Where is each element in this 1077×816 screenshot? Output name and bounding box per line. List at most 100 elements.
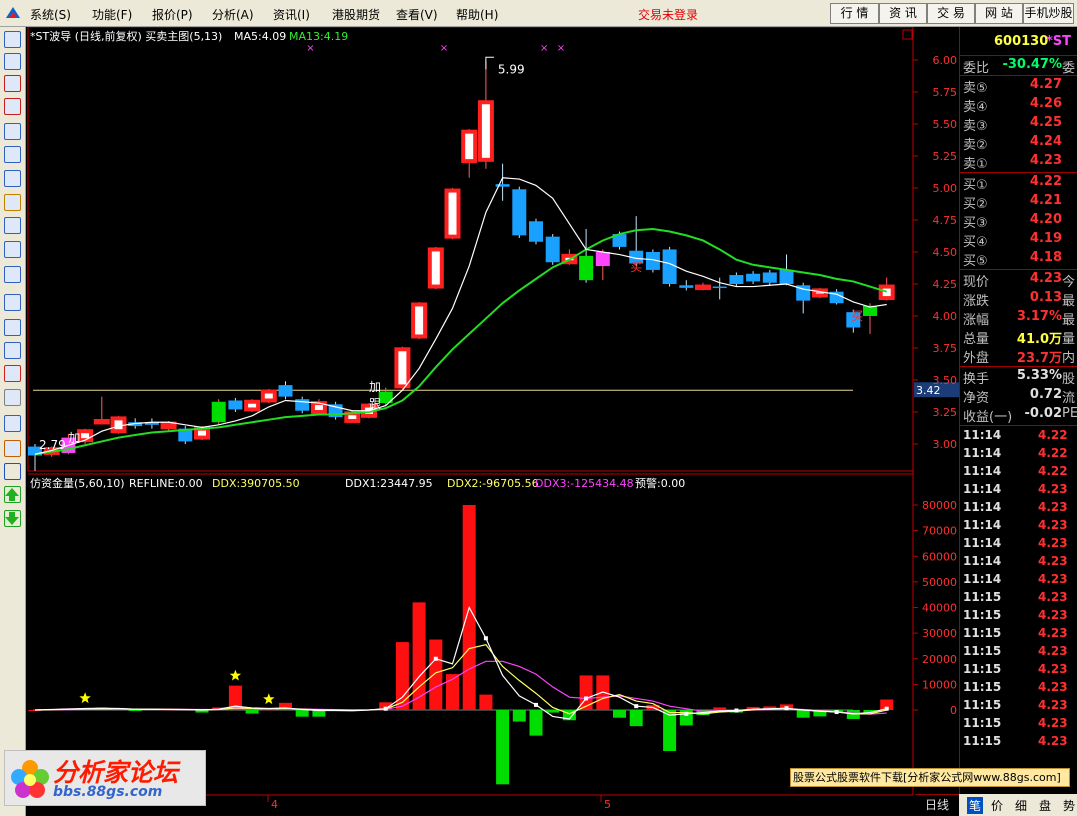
menu-info[interactable]: 资讯(I): [273, 6, 310, 23]
ddx1-point: [584, 696, 589, 701]
quote-icon[interactable]: [4, 31, 21, 48]
tab-0[interactable]: 笔: [967, 797, 984, 814]
tick-price: 4.23: [1038, 734, 1068, 748]
ask-level-1-label: 卖①: [963, 157, 988, 172]
tick-price: 4.23: [1038, 554, 1068, 568]
sub-chart-title: 仿资金量(5,60,10): [30, 476, 125, 490]
candle-body: [194, 426, 210, 440]
stat2-2: 收益(一) -0.02 PE: [960, 405, 1077, 425]
fund-bar: [496, 710, 510, 785]
stat-2-clipped: 最: [1062, 313, 1076, 328]
ad-banner[interactable]: 股票公式股票软件下载[分析家公式网www.88gs.com]: [790, 768, 1070, 787]
trade-button[interactable]: 交 易: [927, 3, 975, 24]
candlestick-icon[interactable]: [4, 75, 21, 92]
panel-separator: [960, 425, 1077, 426]
candle-body: [160, 421, 177, 430]
candle-body: [110, 416, 127, 434]
market-button[interactable]: 行 情: [830, 3, 879, 24]
sub-y-tick-label: 80000: [922, 499, 957, 512]
macd-icon[interactable]: [4, 294, 21, 311]
dollar-icon[interactable]: [4, 365, 21, 382]
bid-level-2-value: 4.21: [1029, 193, 1062, 208]
tab-2[interactable]: 细: [1015, 797, 1027, 814]
eit-icon[interactable]: [4, 266, 21, 283]
stock-name: *ST: [1046, 34, 1072, 49]
menu-hk-futures[interactable]: 港股期货: [332, 6, 380, 23]
candle-body: [477, 100, 494, 162]
ask-level-5-value: 4.27: [1029, 77, 1062, 92]
stat2-0-value: 5.33%: [1016, 368, 1062, 383]
quote-panel: 600130 *ST 委比 -30.47% 委卖⑤ 4.27 卖④ 4.26 卖③ 4.25 卖② 4…: [959, 27, 1077, 816]
stat-1: 涨跌 0.13 最: [960, 289, 1077, 309]
order-ratio-label: 委比: [963, 61, 990, 76]
stat-4-value: 23.7万: [1016, 351, 1062, 366]
stock-chart: × × × × 3.003.253.503.754.004.254.504.755.0…: [27, 27, 959, 816]
y-tick-label: 6.00: [933, 54, 958, 67]
stock-code: 600130: [994, 34, 1049, 49]
tab-4[interactable]: 势: [1063, 797, 1075, 814]
candle-body: [260, 389, 277, 403]
down-arrow-icon[interactable]: [4, 510, 21, 527]
ddx1-point: [784, 706, 789, 711]
link-icon[interactable]: [4, 389, 21, 406]
y-tick-label: 3.75: [933, 342, 958, 355]
ddx1-point: [433, 656, 438, 661]
fund-bar: [295, 710, 309, 717]
report-icon[interactable]: [4, 170, 21, 187]
table-icon[interactable]: [4, 146, 21, 163]
stat2-1: 净资 0.72 流: [960, 386, 1077, 406]
tick-price: 4.22: [1038, 428, 1068, 442]
bid-level-5-value: 4.18: [1029, 250, 1062, 265]
tick-price: 4.23: [1038, 716, 1068, 730]
tick-price: 4.23: [1038, 680, 1068, 694]
f10-icon[interactable]: [4, 217, 21, 234]
stat2-0: 换手 5.33% 股: [960, 367, 1077, 387]
candle-body: [695, 284, 711, 291]
ask-level-3-label: 卖③: [963, 119, 988, 134]
stat-3-value: 41.0万: [1016, 332, 1062, 347]
y-tick-label: 3.25: [933, 406, 958, 419]
menu-quote[interactable]: 报价(P): [152, 6, 193, 23]
tab-3[interactable]: 盘: [1039, 797, 1051, 814]
menu-view[interactable]: 查看(V): [396, 6, 438, 23]
ddx1-point: [483, 636, 488, 641]
calculator-icon[interactable]: [4, 342, 21, 359]
search-icon[interactable]: [4, 241, 21, 258]
signal-jia-1: 加: [68, 431, 80, 445]
candle-body: [712, 286, 727, 289]
left-toolbar: [0, 27, 26, 816]
list-icon[interactable]: [4, 53, 21, 70]
candle-body: [394, 347, 411, 389]
menu-system[interactable]: 系统(S): [30, 6, 71, 23]
sub-y-tick-label: 20000: [922, 653, 957, 666]
tick-time: 11:15: [963, 626, 1002, 640]
pencil-icon[interactable]: [4, 440, 21, 457]
tick-row: 11:14 4.22: [960, 427, 1077, 445]
users-icon[interactable]: [4, 194, 21, 211]
bar-chart-icon[interactable]: [4, 98, 21, 115]
rsi-icon[interactable]: [4, 319, 21, 336]
up-arrow-icon[interactable]: [4, 486, 21, 503]
tick-row: 11:15 4.23: [960, 679, 1077, 697]
fund-bar: [429, 639, 443, 710]
signal-buy-2: 买: [851, 309, 863, 323]
day-tab[interactable]: 日线: [915, 794, 959, 816]
news-button[interactable]: 资 讯: [879, 3, 927, 24]
menu-help[interactable]: 帮助(H): [456, 6, 498, 23]
move-icon[interactable]: [4, 463, 21, 480]
website-button[interactable]: 网 站: [975, 3, 1023, 24]
tick-row: 11:15 4.23: [960, 589, 1077, 607]
menu-analysis[interactable]: 分析(A): [212, 6, 254, 23]
multi-window-icon[interactable]: [4, 123, 21, 140]
stat2-1-value: 0.72: [1029, 387, 1062, 402]
tick-time: 11:14: [963, 500, 1002, 514]
menu-function[interactable]: 功能(F): [92, 6, 132, 23]
stat-4-clipped: 内: [1062, 351, 1076, 366]
tick-time: 11:14: [963, 572, 1002, 586]
menu-bar: 系统(S) 功能(F) 报价(P) 分析(A) 资讯(I) 港股期货 查看(V)…: [0, 0, 1077, 27]
candle-body: [878, 284, 895, 301]
candle-body: [77, 429, 94, 443]
tab-1[interactable]: 价: [991, 797, 1003, 814]
mobile-trading-button[interactable]: 手机炒股: [1023, 3, 1074, 24]
export-icon[interactable]: [4, 415, 21, 432]
